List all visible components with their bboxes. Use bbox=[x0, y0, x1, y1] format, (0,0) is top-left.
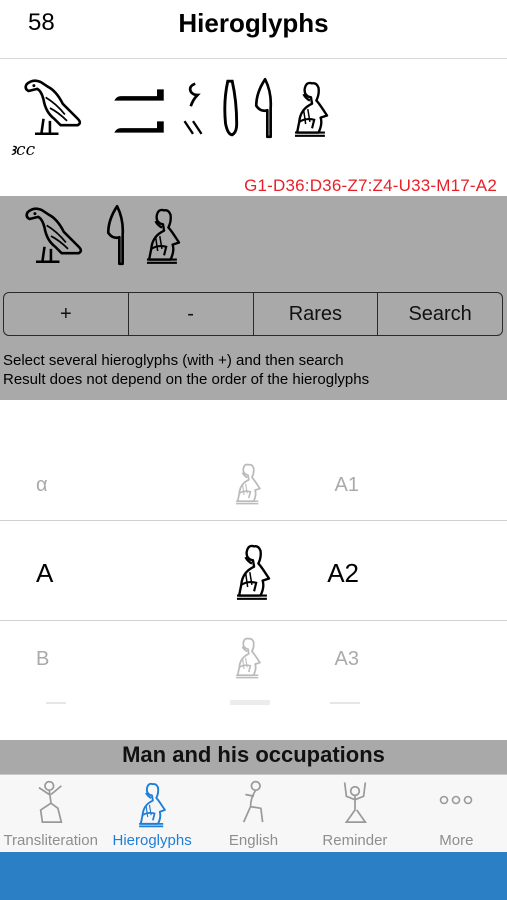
tab-hieroglyphs[interactable]: Hieroglyphs bbox=[101, 775, 202, 853]
instruction-line: Result does not depend on the order of t… bbox=[3, 371, 370, 388]
navigation-bar: 58 Hieroglyphs bbox=[0, 0, 507, 59]
app-screen: 58 Hieroglyphs ꜣcc G1-D36:D36-Z7:Z4-U33-… bbox=[0, 0, 507, 853]
picker-code: A1 bbox=[334, 474, 359, 496]
instruction-line: Select several hieroglyphs (with +) and … bbox=[3, 352, 344, 369]
reed-leaf-glyph[interactable] bbox=[106, 204, 126, 266]
page-title: Hieroglyphs bbox=[178, 8, 329, 38]
glyph-picker-wheel[interactable]: α A1 A A2 B A3 bbox=[0, 400, 507, 740]
picker-letter: B bbox=[36, 648, 50, 670]
man-hand-to-mouth-glyph bbox=[235, 463, 261, 505]
vulture-glyph bbox=[24, 79, 82, 136]
arm-glyph bbox=[114, 89, 164, 101]
rares-button[interactable]: Rares bbox=[254, 293, 379, 335]
reed-leaf-glyph bbox=[254, 77, 273, 139]
tab-reminder[interactable]: Reminder bbox=[304, 775, 405, 853]
picker-letter: A bbox=[36, 558, 54, 588]
transliteration-text: ꜣcc bbox=[10, 140, 36, 160]
tab-label: Hieroglyphs bbox=[112, 832, 192, 849]
more-dots-icon bbox=[440, 795, 473, 805]
instructions: Select several hieroglyphs (with +) and … bbox=[3, 351, 369, 389]
pestle-glyph bbox=[223, 79, 239, 137]
man-seated-icon bbox=[242, 780, 263, 823]
gardiner-code: G1-D36:D36-Z7:Z4-U33-M17-A2 bbox=[244, 176, 497, 195]
picker-letter: α bbox=[36, 474, 48, 496]
man-hand-to-mouth-glyph[interactable] bbox=[140, 204, 186, 266]
picker-code: A3 bbox=[334, 648, 359, 670]
man-hand-to-mouth-glyph bbox=[293, 81, 329, 137]
picker-code: A2 bbox=[327, 558, 359, 588]
tab-label: English bbox=[228, 832, 279, 849]
man-hand-to-mouth-glyph bbox=[235, 544, 271, 600]
picker-divider bbox=[0, 620, 507, 621]
man-kneeling-icon bbox=[37, 780, 62, 823]
tab-label: Transliteration bbox=[3, 832, 98, 849]
tab-transliteration[interactable]: Transliteration bbox=[0, 775, 101, 853]
action-segmented-control: + - Rares Search bbox=[3, 292, 503, 336]
bottom-bar bbox=[0, 852, 507, 900]
picker-row-selected[interactable]: A A2 bbox=[0, 536, 507, 606]
search-button[interactable]: Search bbox=[378, 293, 502, 335]
picker-faded-item bbox=[330, 702, 360, 704]
tab-bar: Transliteration Hieroglyphs English Remi… bbox=[0, 774, 507, 853]
remove-glyph-button[interactable]: - bbox=[129, 293, 254, 335]
man-hand-to-mouth-glyph bbox=[235, 637, 261, 679]
tab-label: More bbox=[439, 832, 474, 849]
tab-english[interactable]: English bbox=[203, 775, 304, 853]
picker-row[interactable]: α A1 bbox=[0, 460, 507, 510]
man-arms-raised-icon bbox=[343, 781, 367, 823]
picker-faded-item bbox=[46, 702, 66, 704]
picker-row[interactable]: B A3 bbox=[0, 632, 507, 682]
category-label: Man and his occupations bbox=[0, 740, 507, 774]
add-glyph-button[interactable]: + bbox=[4, 293, 129, 335]
tab-more[interactable]: More bbox=[406, 775, 507, 853]
tab-label: Reminder bbox=[322, 832, 388, 849]
picker-divider bbox=[0, 520, 507, 521]
picker-faded-item bbox=[230, 700, 270, 705]
dual-strokes-glyph bbox=[183, 119, 203, 136]
arm-glyph bbox=[114, 121, 164, 133]
man-hand-to-mouth-icon bbox=[138, 782, 166, 828]
vulture-glyph[interactable] bbox=[18, 204, 86, 266]
quail-chick-glyph bbox=[188, 82, 199, 108]
